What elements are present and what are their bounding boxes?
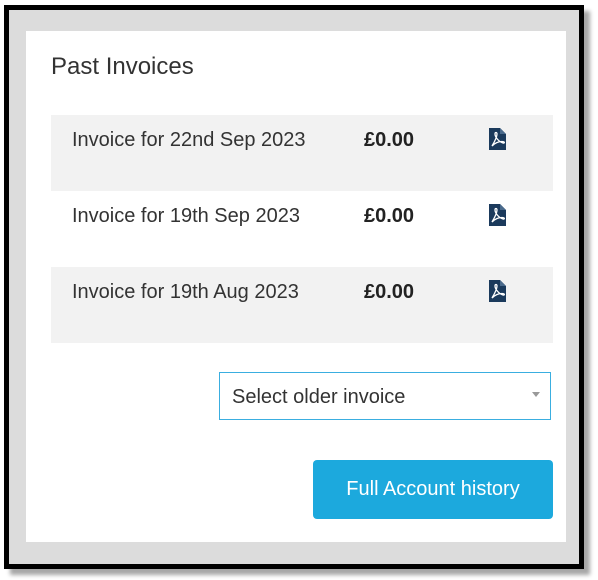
invoice-row: Invoice for 19th Aug 2023 £0.00	[51, 267, 553, 343]
invoices-widget-frame: Past Invoices Invoice for 22nd Sep 2023 …	[4, 5, 584, 569]
invoice-amount: £0.00	[364, 129, 415, 151]
invoice-list: Invoice for 22nd Sep 2023 £0.00 Invoice …	[51, 115, 553, 343]
pdf-icon[interactable]	[489, 204, 506, 226]
panel-title: Past Invoices	[51, 53, 194, 80]
past-invoices-panel: Past Invoices Invoice for 22nd Sep 2023 …	[26, 31, 566, 542]
older-invoice-select[interactable]: Select older invoice	[219, 372, 551, 420]
invoice-label: Invoice for 19th Aug 2023	[72, 281, 299, 303]
invoice-label: Invoice for 22nd Sep 2023	[72, 129, 306, 151]
invoice-label: Invoice for 19th Sep 2023	[72, 205, 300, 227]
pdf-icon[interactable]	[489, 280, 506, 302]
invoice-row: Invoice for 22nd Sep 2023 £0.00	[51, 115, 553, 191]
invoice-amount: £0.00	[364, 205, 415, 227]
full-account-history-button[interactable]: Full Account history	[313, 460, 553, 519]
older-invoice-select-value: Select older invoice	[232, 386, 406, 408]
invoice-amount: £0.00	[364, 281, 415, 303]
pdf-icon[interactable]	[489, 128, 506, 150]
invoice-row: Invoice for 19th Sep 2023 £0.00	[51, 191, 553, 267]
chevron-down-icon	[532, 392, 540, 397]
